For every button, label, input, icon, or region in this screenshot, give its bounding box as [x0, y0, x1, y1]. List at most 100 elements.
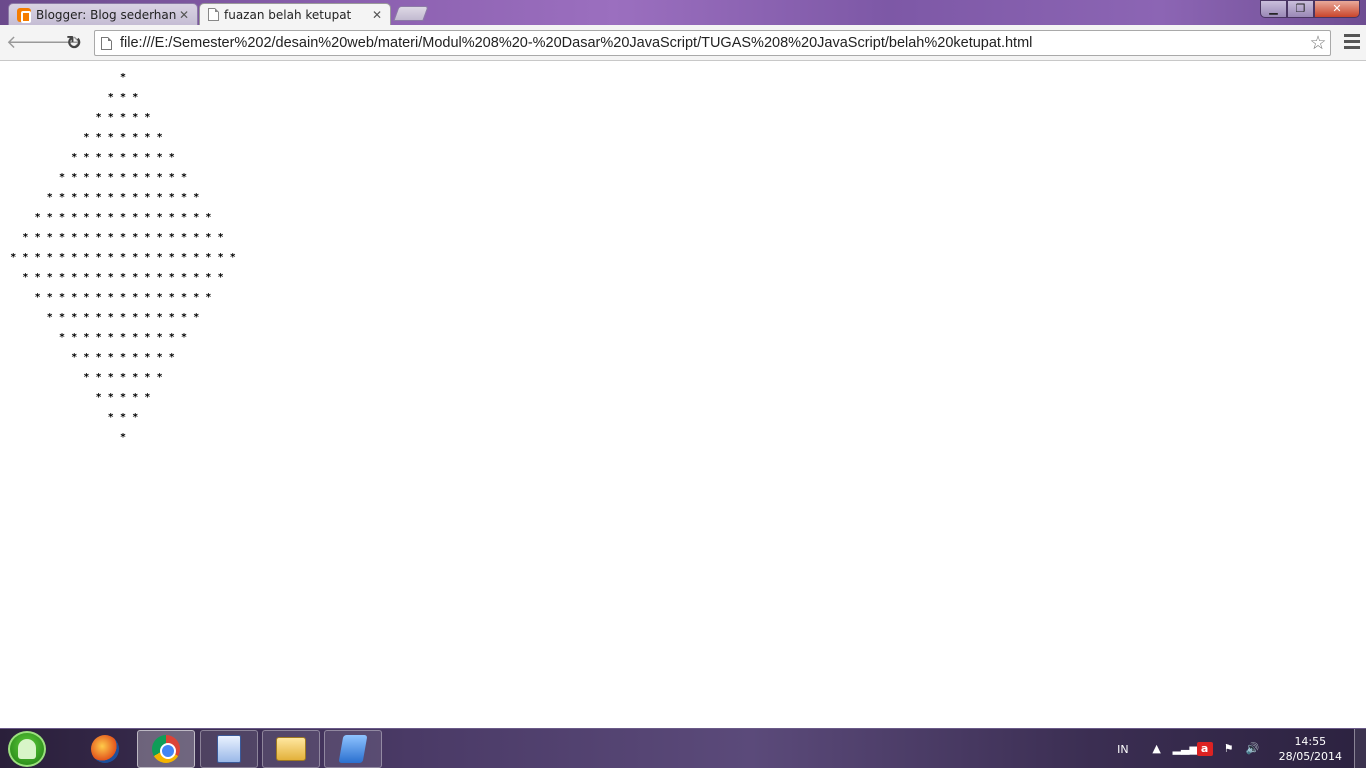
- asterisk: *: [107, 92, 114, 103]
- new-tab-button[interactable]: [393, 6, 429, 21]
- clock-time: 14:55: [1294, 735, 1327, 748]
- asterisk: *: [168, 312, 175, 323]
- asterisk: *: [180, 312, 188, 323]
- asterisk: *: [107, 372, 114, 383]
- asterisk: *: [144, 312, 151, 323]
- asterisk: *: [95, 152, 102, 163]
- asterisk: *: [107, 312, 114, 323]
- asterisk: *: [132, 392, 139, 403]
- restore-button[interactable]: ❐: [1287, 0, 1314, 18]
- asterisk: *: [95, 392, 102, 403]
- asterisk: *: [168, 212, 175, 223]
- asterisk: *: [205, 232, 212, 243]
- asterisk: *: [71, 312, 78, 323]
- asterisk: *: [83, 292, 90, 303]
- asterisk: *: [119, 372, 127, 383]
- asterisk: *: [132, 92, 139, 103]
- asterisk: *: [119, 232, 127, 243]
- reload-button[interactable]: ↻: [63, 32, 85, 54]
- show-desktop-button[interactable]: [1354, 729, 1366, 769]
- asterisk: *: [34, 272, 41, 283]
- asterisk: *: [95, 132, 102, 143]
- asterisk: *: [205, 272, 212, 283]
- bookmark-star-icon[interactable]: ☆: [1306, 32, 1330, 54]
- android-icon: [18, 739, 36, 759]
- window-controls: ▁ ❐ ✕: [1260, 0, 1360, 18]
- asterisk: *: [156, 312, 163, 323]
- taskbar-firefox[interactable]: [76, 730, 134, 768]
- asterisk: *: [107, 412, 114, 423]
- asterisk: *: [144, 292, 151, 303]
- asterisk: *: [59, 332, 66, 343]
- taskbar-chrome[interactable]: [137, 730, 195, 768]
- asterisk: *: [168, 152, 175, 163]
- taskbar-document[interactable]: [200, 730, 258, 768]
- asterisk: *: [156, 272, 163, 283]
- asterisk: *: [156, 292, 163, 303]
- asterisk: *: [10, 252, 17, 263]
- asterisk: *: [71, 232, 78, 243]
- asterisk: *: [95, 172, 102, 183]
- asterisk: *: [193, 312, 200, 323]
- address-bar[interactable]: file:///E:/Semester%202/desain%20web/mat…: [94, 30, 1331, 56]
- asterisk: *: [107, 192, 114, 203]
- minimize-button[interactable]: ▁: [1260, 0, 1287, 18]
- tab-blogger[interactable]: Blogger: Blog sederhana F ✕: [8, 3, 198, 25]
- asterisk: *: [193, 272, 200, 283]
- volume-icon[interactable]: 🔊: [1245, 742, 1261, 756]
- asterisk: *: [180, 272, 188, 283]
- asterisk: *: [156, 192, 163, 203]
- asterisk: *: [156, 352, 163, 363]
- asterisk: *: [132, 252, 139, 263]
- asterisk: *: [119, 152, 127, 163]
- asterisk: *: [168, 232, 175, 243]
- asterisk: *: [119, 192, 127, 203]
- close-tab-icon[interactable]: ✕: [177, 8, 191, 22]
- tab-active[interactable]: fuazan belah ketupat ✕: [199, 3, 391, 25]
- asterisk: *: [144, 112, 151, 123]
- page-content: * * * * * * * * * * * * * * * * * * * * * * * * * * * * * * * * * * * * * * * *…: [0, 62, 1366, 728]
- asterisk: *: [119, 212, 127, 223]
- asterisk: *: [34, 212, 41, 223]
- url-text[interactable]: file:///E:/Semester%202/desain%20web/mat…: [120, 35, 1306, 51]
- asterisk: *: [144, 232, 151, 243]
- asterisk: *: [205, 212, 212, 223]
- antivirus-icon[interactable]: a: [1196, 742, 1213, 756]
- asterisk: *: [132, 192, 139, 203]
- asterisk: *: [180, 212, 188, 223]
- action-center-flag-icon[interactable]: ⚑: [1221, 742, 1237, 756]
- asterisk: *: [132, 112, 139, 123]
- network-signal-icon[interactable]: ▂▃▅: [1173, 742, 1198, 756]
- asterisk: *: [168, 252, 175, 263]
- asterisk: *: [132, 332, 139, 343]
- taskbar-app[interactable]: [324, 730, 382, 768]
- asterisk: *: [119, 412, 127, 423]
- asterisk: *: [193, 232, 200, 243]
- back-button[interactable]: 🡐: [6, 32, 54, 54]
- start-button[interactable]: [8, 731, 46, 767]
- asterisk: *: [58, 212, 66, 223]
- asterisk: *: [132, 212, 139, 223]
- system-tray: IN ▲ ▂▃▅ a ⚑ 🔊 14:55 28/05/2014: [1117, 729, 1352, 769]
- forward-button[interactable]: 🡒: [34, 32, 82, 54]
- asterisk: *: [83, 192, 90, 203]
- show-hidden-icons-icon[interactable]: ▲: [1149, 742, 1165, 756]
- clock[interactable]: 14:55 28/05/2014: [1279, 734, 1342, 764]
- taskbar-folder[interactable]: [262, 730, 320, 768]
- taskbar: IN ▲ ▂▃▅ a ⚑ 🔊 14:55 28/05/2014: [0, 728, 1366, 769]
- asterisk: *: [132, 132, 139, 143]
- asterisk: *: [71, 272, 78, 283]
- asterisk: *: [181, 172, 188, 183]
- asterisk: *: [180, 292, 188, 303]
- close-window-button[interactable]: ✕: [1314, 0, 1360, 18]
- asterisk: *: [120, 432, 127, 443]
- language-indicator[interactable]: IN: [1117, 743, 1128, 756]
- menu-icon[interactable]: [1344, 34, 1360, 50]
- asterisk: *: [46, 192, 53, 203]
- asterisk: *: [107, 112, 114, 123]
- asterisk: *: [107, 252, 114, 263]
- asterisk: *: [144, 132, 151, 143]
- asterisk: *: [58, 312, 66, 323]
- close-tab-icon[interactable]: ✕: [370, 8, 384, 22]
- asterisk: *: [119, 272, 127, 283]
